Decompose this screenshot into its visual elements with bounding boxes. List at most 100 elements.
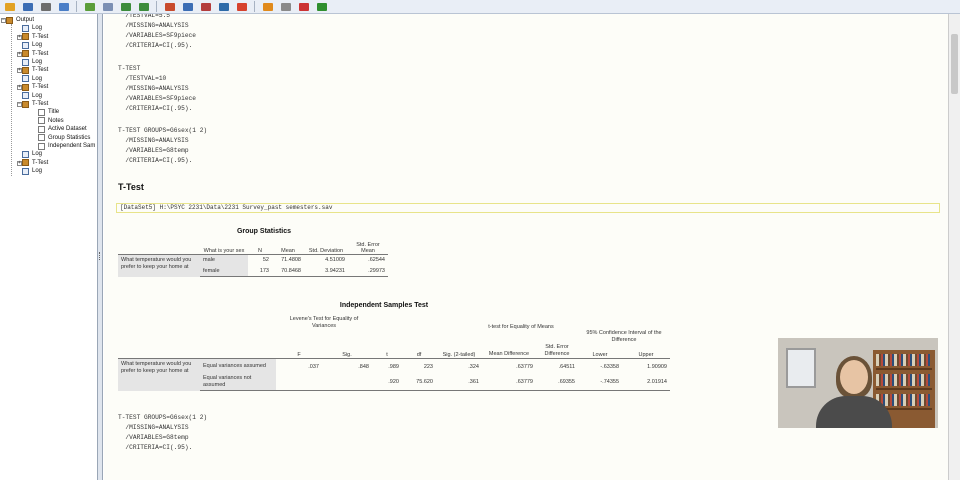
table-cell: .361 [436, 374, 482, 391]
ttest-header: t-test for Equality of Means [488, 324, 554, 330]
column-header: Mean [272, 242, 304, 255]
export-button[interactable] [82, 1, 97, 12]
page-icon [38, 142, 45, 150]
insert-title-icon [262, 2, 273, 11]
outline-item-label: T-Test [32, 33, 49, 40]
chart-button[interactable] [216, 1, 231, 12]
outline-item[interactable]: Output [6, 16, 34, 24]
column-header: Std. Deviation [304, 242, 348, 255]
outline-item[interactable]: Log [22, 167, 42, 175]
page-icon [38, 125, 45, 133]
table-cell: 3.94231 [304, 265, 348, 277]
outline-pane[interactable]: − Output Log + T-Test Log + T-Test Log + T-Test Log… [0, 14, 98, 480]
book-icon [22, 50, 29, 58]
syntax-block: T-TEST GROUPS=G6sex(1 2) /MISSING=ANALYS… [118, 127, 208, 164]
book-icon [22, 33, 29, 41]
syntax-block: T-TEST GROUPS=G6sex(1 2) /MISSING=ANALYS… [118, 414, 208, 451]
column-header: Std. Error Difference [536, 344, 578, 359]
outline-item[interactable]: T-Test [22, 159, 48, 167]
column-header: Mean Difference [482, 344, 536, 359]
designate-window-button[interactable] [296, 1, 311, 12]
table-cell: 52 [262, 257, 269, 264]
outline-item[interactable]: Title [38, 108, 59, 116]
table-cell: .63779 [482, 374, 536, 391]
insert-title-button[interactable] [260, 1, 275, 12]
outline-item-label: Log [32, 59, 43, 65]
outline-item-label: Notes [48, 117, 64, 124]
print-preview-icon [58, 2, 69, 11]
recall-dialog-button[interactable] [100, 1, 115, 12]
independent-samples-table[interactable]: Levene's Test for Equality of Variances … [118, 316, 670, 391]
table-cell: 2.01914 [622, 374, 670, 391]
outline-item[interactable]: Active Dataset [38, 125, 87, 133]
save-button[interactable] [20, 1, 35, 12]
outline-item-label: Group Statistics [48, 134, 91, 141]
undo-button[interactable] [118, 1, 133, 12]
toolbar-separator [76, 1, 77, 12]
outline-item[interactable]: Log [22, 75, 42, 83]
table-cell: .62544 [368, 257, 385, 264]
outline-item[interactable]: T-Test [22, 50, 48, 58]
column-header: F [276, 344, 322, 359]
log-icon [22, 24, 29, 32]
outline-item-label: Log [32, 75, 43, 82]
log-icon [22, 58, 29, 66]
table-cell: 223 [423, 363, 433, 370]
webcam-overlay [778, 338, 938, 428]
outline-item-label: Log [32, 92, 43, 99]
outline-item-label: T-Test [32, 101, 49, 107]
outline-item-label: T-Test [32, 84, 49, 91]
log-icon [22, 150, 29, 158]
outline-item[interactable]: Independent Sam [38, 142, 95, 150]
table-cell: 173 [248, 265, 272, 277]
column-header: What is your sex [200, 242, 248, 255]
goto-case-button[interactable] [180, 1, 195, 12]
scrollbar-thumb[interactable] [951, 34, 958, 94]
outline-item[interactable]: Log [22, 150, 42, 158]
insert-text-button[interactable] [278, 1, 293, 12]
group-statistics-title: Group Statistics [236, 228, 292, 235]
redo-button[interactable] [136, 1, 151, 12]
outline-item[interactable]: Log [22, 41, 42, 49]
print-preview-button[interactable] [56, 1, 71, 12]
insert-heading-button[interactable] [234, 1, 249, 12]
open-button[interactable] [2, 1, 17, 12]
goto-data-button[interactable] [162, 1, 177, 12]
outline-item[interactable]: Log [22, 58, 42, 66]
outline-item[interactable]: Log [22, 24, 42, 32]
table-cell: .324 [468, 363, 479, 370]
table-cell: 70.8468 [272, 265, 304, 277]
save-icon [22, 2, 33, 11]
outline-item[interactable]: T-Test [22, 66, 48, 74]
outline-item[interactable]: Notes [38, 117, 64, 125]
redo-icon [138, 2, 149, 11]
outline-item-label: Active Dataset [48, 126, 87, 133]
variables-button[interactable] [198, 1, 213, 12]
vertical-scrollbar[interactable] [948, 14, 960, 480]
show-all-button[interactable] [314, 1, 329, 12]
outline-item-label: T-Test [32, 67, 49, 74]
outline-item-label: Title [48, 109, 60, 116]
outline-item[interactable]: T-Test [22, 83, 48, 91]
open-icon [4, 2, 15, 11]
column-header: N [248, 242, 272, 255]
book-icon [22, 83, 29, 91]
syntax-block: /TESTVAL=5.5 /MISSING=ANALYSIS /VARIABLE… [125, 14, 196, 49]
outline-item[interactable]: Log [22, 92, 42, 100]
book-icon [22, 159, 29, 167]
table-cell: .989 [388, 363, 399, 370]
table-cell: .64511 [558, 363, 575, 370]
independent-samples-title: Independent Samples Test [339, 302, 429, 309]
outline-item[interactable]: Group Statistics [38, 134, 90, 142]
print-button[interactable] [38, 1, 53, 12]
outline-item[interactable]: T-Test [22, 33, 48, 41]
outline-item[interactable]: T-Test [22, 100, 48, 108]
insert-heading-icon [236, 2, 247, 11]
active-dataset-line[interactable]: [DataSet5] H:\PSYC 2231\Data\2231 Survey… [116, 203, 940, 213]
ci-header: 95% Confidence Interval of the Differenc… [586, 330, 662, 343]
section-title[interactable]: T-Test [118, 182, 144, 192]
group-statistics-table[interactable]: What is your sex N Mean Std. Deviation S… [118, 242, 388, 277]
splitter-grip[interactable] [99, 252, 101, 260]
pane-splitter[interactable] [98, 14, 103, 480]
undo-icon [120, 2, 131, 11]
